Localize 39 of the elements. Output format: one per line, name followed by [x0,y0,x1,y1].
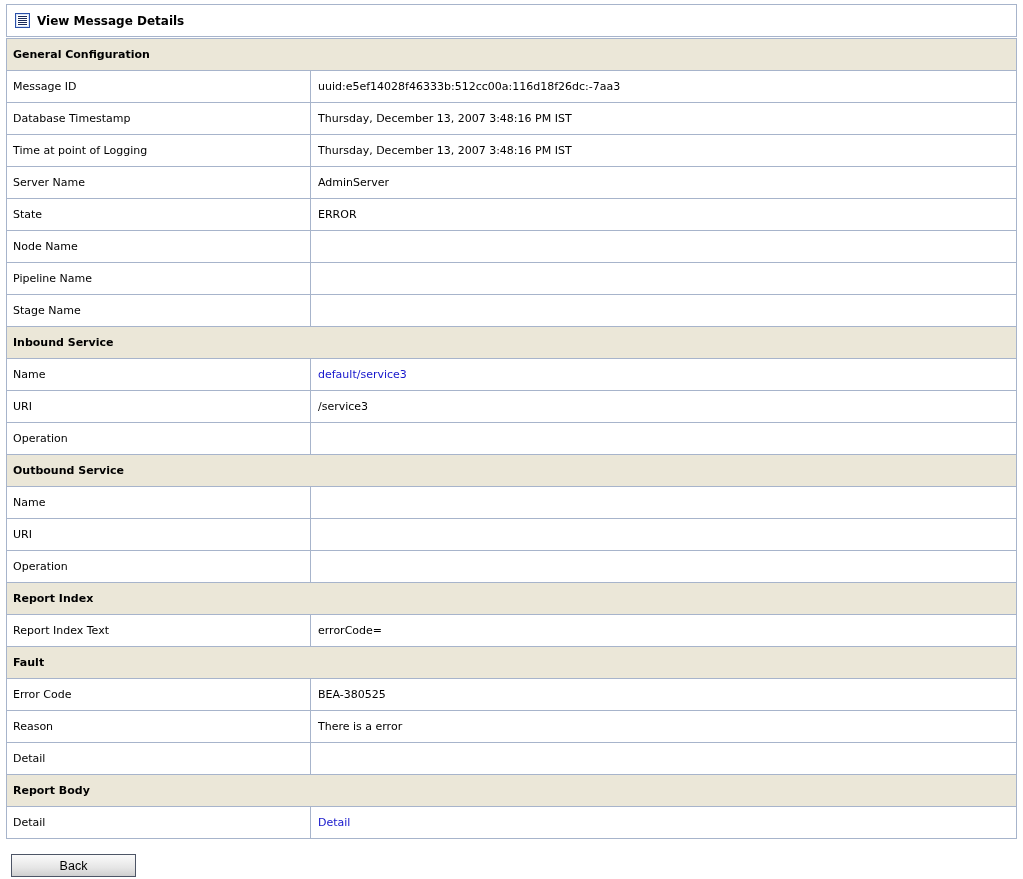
field-value: AdminServer [310,166,1017,199]
field-label: Detail [6,742,311,775]
field-value: errorCode= [310,614,1017,647]
field-label: Database Timestamp [6,102,311,135]
section-header: Fault [6,646,1017,679]
field-label: URI [6,518,311,551]
field-label: Name [6,486,311,519]
field-label: URI [6,390,311,423]
field-value: BEA-380525 [310,678,1017,711]
section-header: General Configuration [6,38,1017,71]
page-title: View Message Details [37,13,185,28]
field-label: Message ID [6,70,311,103]
field-value: /service3 [310,390,1017,423]
field-label: Operation [6,422,311,455]
field-value: Thursday, December 13, 2007 3:48:16 PM IST [310,102,1017,135]
field-label: Server Name [6,166,311,199]
field-value: ERROR [310,198,1017,231]
field-label: Name [6,358,311,391]
section-header: Report Index [6,582,1017,615]
back-button[interactable]: Back [11,854,136,877]
field-label: State [6,198,311,231]
field-label: Reason [6,710,311,743]
field-value: uuid:e5ef14028f46333b:512cc00a:116d18f26dc:-7aa3 [310,70,1017,103]
value-link[interactable]: Detail [318,816,351,829]
section-header: Outbound Service [6,454,1017,487]
section-header: Inbound Service [6,326,1017,359]
field-label: Node Name [6,230,311,263]
field-value: Thursday, December 13, 2007 3:48:16 PM IST [310,134,1017,167]
field-label: Error Code [6,678,311,711]
field-label: Time at point of Logging [6,134,311,167]
value-link[interactable]: default/service3 [318,368,407,381]
section-header: Report Body [6,774,1017,807]
field-label: Detail [6,806,311,839]
field-label: Pipeline Name [6,262,311,295]
field-label: Report Index Text [6,614,311,647]
field-value: There is a error [310,710,1017,743]
field-label: Stage Name [6,294,311,327]
field-label: Operation [6,550,311,583]
list-icon [15,13,30,28]
